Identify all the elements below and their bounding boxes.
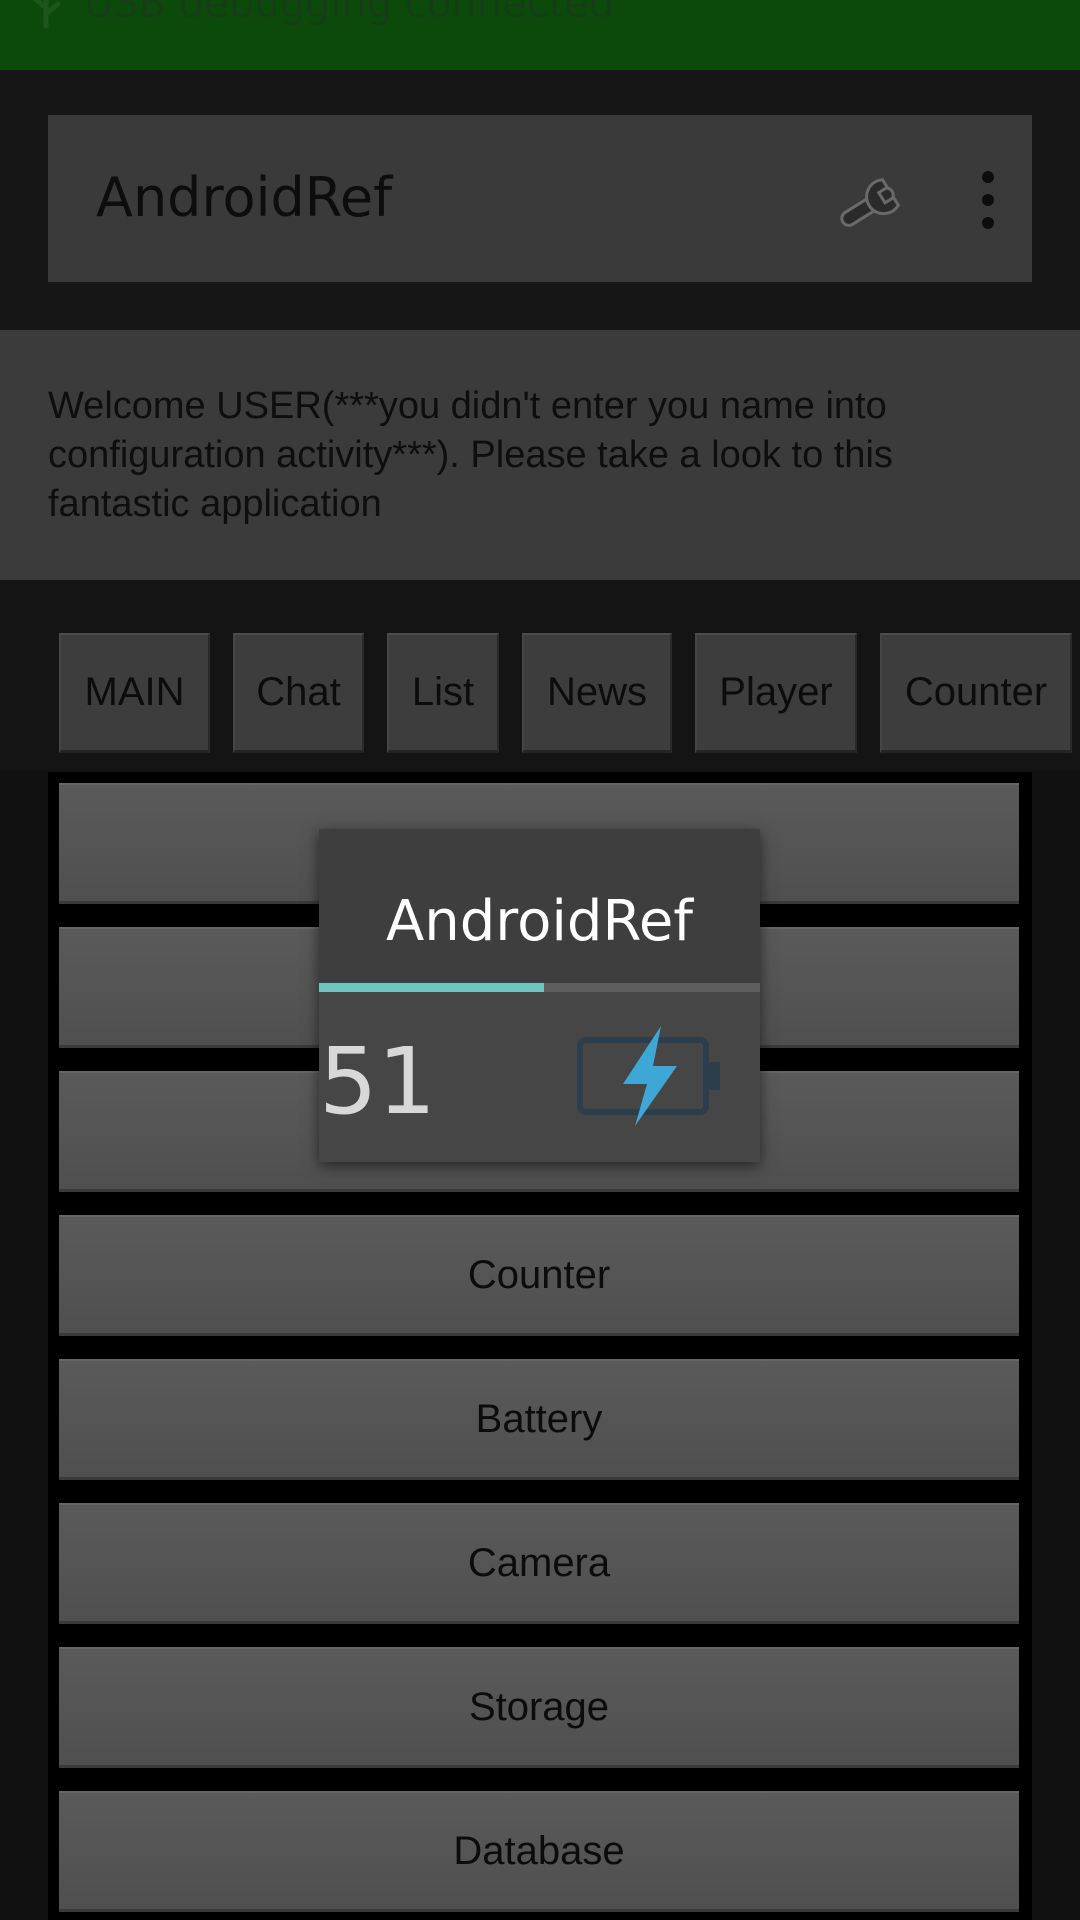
- usb-icon: [32, 0, 61, 29]
- tab-player[interactable]: Player: [695, 633, 857, 753]
- wrench-icon[interactable]: [830, 151, 926, 247]
- welcome-panel: Welcome USER(***you didn't enter you nam…: [0, 330, 1080, 580]
- welcome-message: Welcome USER(***you didn't enter you nam…: [48, 385, 893, 525]
- tab-news[interactable]: News: [522, 633, 672, 753]
- tab-chat[interactable]: Chat: [233, 633, 364, 753]
- battery-charging-icon: [577, 1026, 720, 1126]
- database-button[interactable]: Database: [59, 1791, 1019, 1912]
- overflow-menu-icon[interactable]: [968, 165, 1008, 235]
- battery-button[interactable]: Battery: [59, 1359, 1019, 1480]
- storage-button[interactable]: Storage: [59, 1647, 1019, 1768]
- popup-progress-fill: [319, 983, 544, 992]
- status-text: USB debugging connected: [84, 0, 615, 27]
- battery-popup: AndroidRef 51: [319, 829, 760, 1162]
- popup-body: 51: [319, 992, 760, 1162]
- status-bar: USB debugging connected: [0, 0, 1080, 70]
- app-title: AndroidRef: [96, 166, 393, 229]
- tab-list[interactable]: List: [387, 633, 499, 753]
- popup-progress-bar: [319, 983, 760, 992]
- battery-level: 51: [319, 1028, 437, 1135]
- counter-button[interactable]: Counter: [59, 1215, 1019, 1336]
- tab-row: MAIN Chat List News Player Counter: [0, 580, 1080, 770]
- action-bar: AndroidRef: [48, 115, 1032, 282]
- action-bar-area: AndroidRef: [0, 70, 1080, 330]
- camera-button[interactable]: Camera: [59, 1503, 1019, 1624]
- popup-title: AndroidRef: [385, 889, 694, 954]
- tab-main[interactable]: MAIN: [59, 633, 210, 753]
- tab-counter[interactable]: Counter: [880, 633, 1072, 753]
